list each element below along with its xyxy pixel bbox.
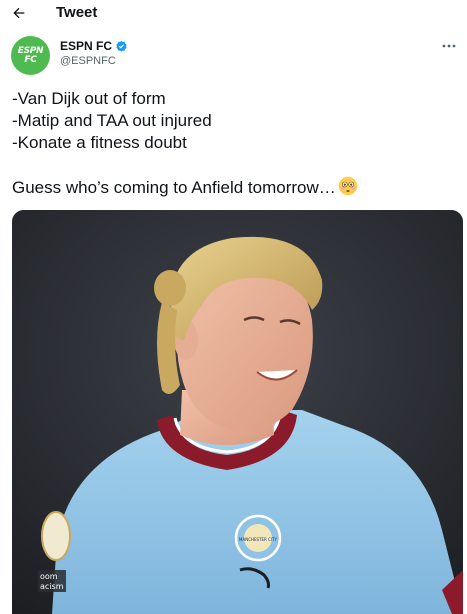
- tweet-closing-line: Guess who’s coming to Anfield tomorrow…: [12, 176, 457, 199]
- more-horizontal-icon: [442, 44, 456, 48]
- tweet-author: ESPN FC ESPN FC @ESPNFC: [0, 34, 467, 78]
- espn-fc-logo: ESPN FC: [17, 45, 44, 65]
- club-badge-text: MANCHESTER CITY: [239, 537, 277, 542]
- flushed-face-emoji: [338, 176, 357, 196]
- author-handle[interactable]: @ESPNFC: [60, 55, 116, 67]
- verified-badge-icon: [116, 40, 127, 52]
- tweet-line: -Konate a fitness doubt: [12, 133, 187, 152]
- player-photo: MANCHESTER CITY oom acism: [12, 210, 463, 614]
- tweet-photo[interactable]: MANCHESTER CITY oom acism: [12, 210, 463, 614]
- sleeve-text: oom: [40, 572, 58, 581]
- author-display-name[interactable]: ESPN FC: [60, 39, 128, 53]
- tweet-line: -Van Dijk out of form: [12, 89, 166, 108]
- tweet-text: -Van Dijk out of form -Matip and TAA out…: [12, 88, 457, 199]
- top-bar: Tweet: [0, 0, 467, 26]
- page-title: Tweet: [56, 4, 98, 21]
- tweet-line: -Matip and TAA out injured: [12, 111, 212, 130]
- sleeve-text: acism: [40, 582, 64, 591]
- avatar[interactable]: ESPN FC: [11, 36, 50, 75]
- arrow-left-icon: [13, 7, 25, 19]
- back-button[interactable]: [8, 2, 30, 24]
- more-options-button[interactable]: [439, 38, 459, 54]
